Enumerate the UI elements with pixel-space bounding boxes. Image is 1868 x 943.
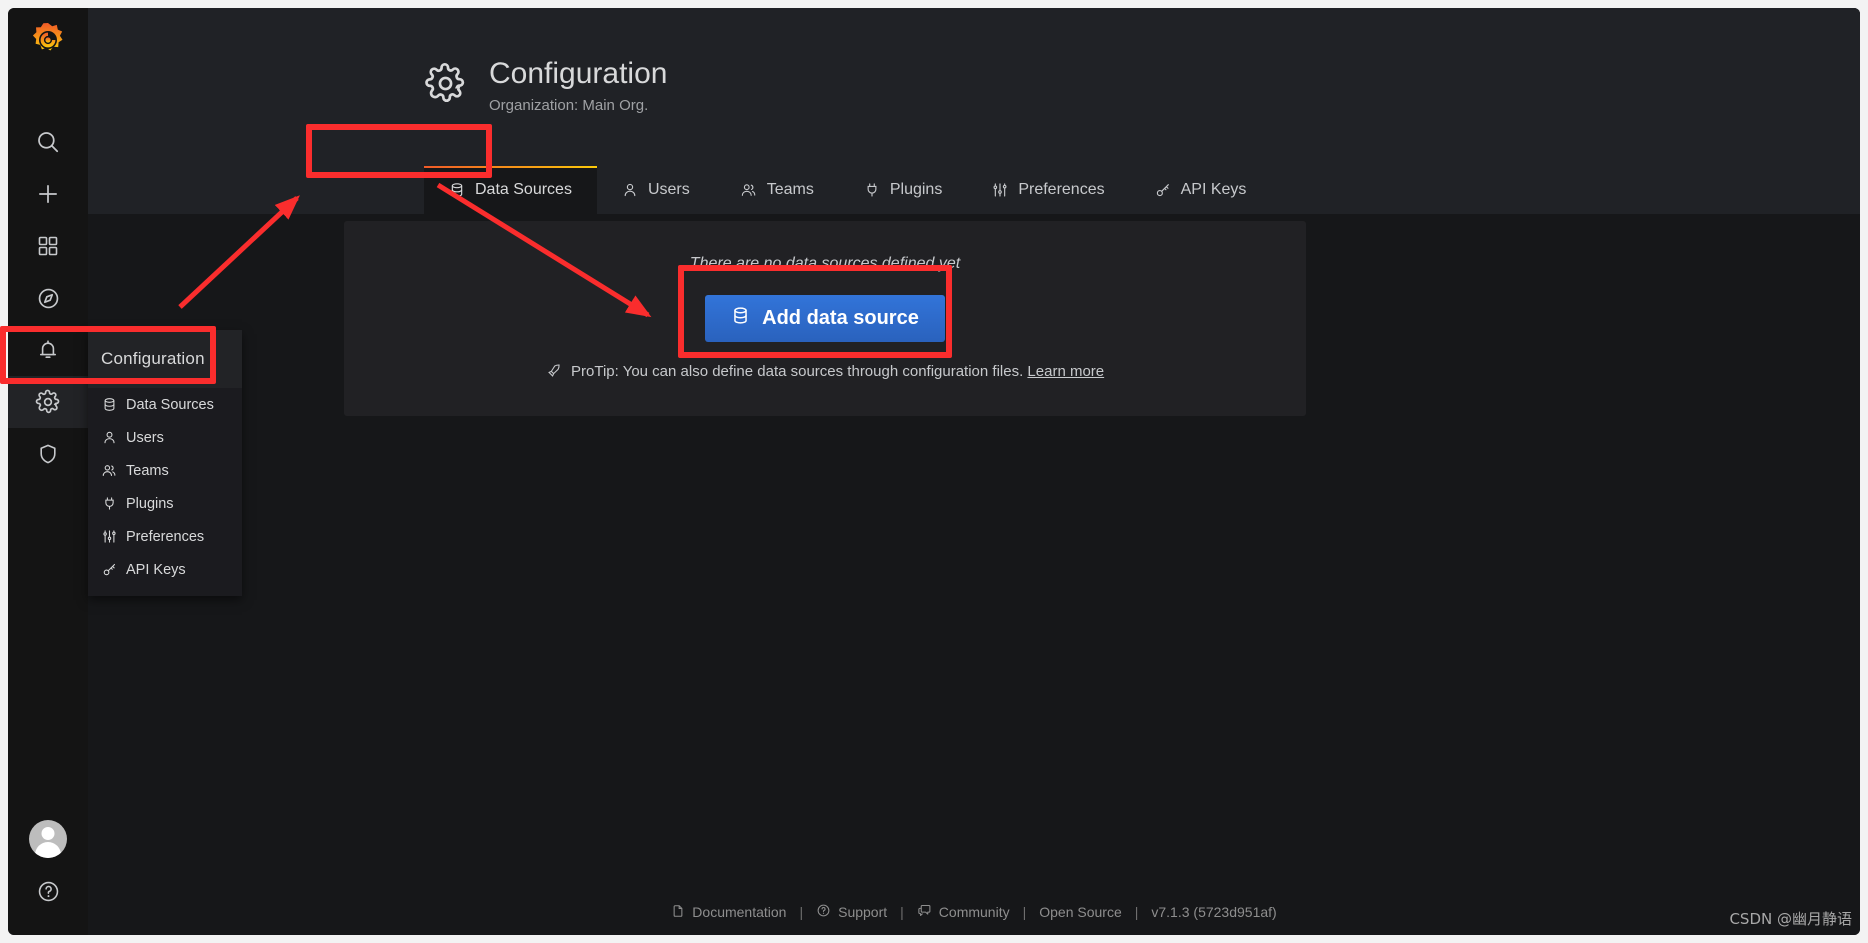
page-title: Configuration bbox=[489, 57, 668, 90]
apps-icon bbox=[36, 234, 60, 258]
flyout-item-api-keys[interactable]: API Keys bbox=[88, 553, 242, 586]
flyout-item-plugins[interactable]: Plugins bbox=[88, 487, 242, 520]
empty-state-action-row: Add data source bbox=[344, 295, 1306, 342]
sidebar-item-profile[interactable] bbox=[8, 813, 88, 865]
footer-link-label: Open Source bbox=[1039, 904, 1122, 920]
tab-label: Teams bbox=[766, 181, 814, 198]
flyout-header-configuration[interactable]: Configuration bbox=[88, 330, 242, 388]
tab-users[interactable]: Users bbox=[597, 166, 715, 214]
sidebar-item-dashboards[interactable] bbox=[8, 220, 88, 272]
flyout-header-label: Configuration bbox=[101, 349, 205, 368]
flyout-item-label: Data Sources bbox=[126, 396, 214, 413]
shield-icon bbox=[36, 442, 60, 466]
sidebar-item-explore[interactable] bbox=[8, 272, 88, 324]
footer-version: v7.1.3 (5723d951af) bbox=[1151, 904, 1277, 920]
add-data-source-button-label: Add data source bbox=[762, 307, 919, 329]
tab-label: Users bbox=[647, 181, 690, 198]
footer-separator: | bbox=[799, 904, 804, 920]
footer-link-support[interactable]: Support bbox=[816, 903, 887, 921]
rocket-icon bbox=[546, 363, 562, 383]
gear-icon bbox=[424, 62, 467, 110]
avatar bbox=[29, 820, 67, 858]
footer-link-label: Community bbox=[938, 904, 1010, 920]
sidebar-item-alerting[interactable] bbox=[8, 324, 88, 376]
flyout-item-teams[interactable]: Teams bbox=[88, 454, 242, 487]
footer-separator: | bbox=[900, 904, 904, 920]
tab-plugins[interactable]: Plugins bbox=[839, 166, 967, 214]
flyout-item-label: API Keys bbox=[126, 561, 186, 578]
sidebar-item-configuration[interactable] bbox=[8, 376, 88, 428]
flyout-item-label: Plugins bbox=[126, 495, 174, 512]
footer-separator: | bbox=[1134, 904, 1139, 920]
footer-separator: | bbox=[1022, 904, 1027, 920]
users-alt-icon bbox=[740, 182, 757, 198]
tab-teams[interactable]: Teams bbox=[715, 166, 839, 214]
page-header-text: Configuration Organization: Main Org. bbox=[489, 56, 667, 114]
app-footer: Documentation | Support | Community | Op… bbox=[88, 903, 1860, 921]
document-icon bbox=[671, 904, 685, 921]
sliders-icon bbox=[992, 182, 1008, 198]
datasource-empty-state-panel: There are no data sources defined yet Ad… bbox=[344, 221, 1306, 416]
side-menu-bottom-section bbox=[8, 813, 88, 935]
sidebar-item-create[interactable] bbox=[8, 168, 88, 220]
user-icon bbox=[101, 430, 117, 446]
footer-link-label: Support bbox=[838, 904, 888, 920]
watermark: CSDN @幽月静语 bbox=[1729, 910, 1852, 928]
grafana-logo-icon[interactable] bbox=[25, 18, 71, 64]
page-header-title-block: Configuration Organization: Main Org. bbox=[424, 56, 667, 114]
key-icon bbox=[101, 562, 117, 578]
footer-link-community[interactable]: Community bbox=[917, 903, 1010, 921]
side-menu-top-section bbox=[8, 116, 88, 480]
question-circle-icon bbox=[36, 879, 61, 904]
flyout-item-label: Teams bbox=[126, 462, 169, 479]
gear-icon bbox=[35, 389, 61, 415]
flyout-item-preferences[interactable]: Preferences bbox=[88, 520, 242, 553]
tab-preferences[interactable]: Preferences bbox=[967, 166, 1129, 214]
key-icon bbox=[1155, 182, 1171, 198]
tab-label: Plugins bbox=[889, 181, 943, 198]
page-subtitle: Organization: Main Org. bbox=[489, 97, 649, 114]
page-header: Configuration Organization: Main Org. Da… bbox=[88, 8, 1860, 214]
compass-icon bbox=[36, 286, 61, 311]
sidebar-item-search[interactable] bbox=[8, 116, 88, 168]
comments-icon bbox=[917, 903, 932, 921]
plug-icon bbox=[864, 182, 880, 198]
protip-row: ProTip: You can also define data sources… bbox=[344, 363, 1306, 383]
sidebar-item-help[interactable] bbox=[8, 865, 88, 917]
users-alt-icon bbox=[101, 463, 117, 479]
search-icon bbox=[35, 129, 61, 155]
plug-icon bbox=[101, 496, 117, 512]
protip-text: ProTip: You can also define data sources… bbox=[571, 363, 1024, 380]
sidebar-item-server-admin[interactable] bbox=[8, 428, 88, 480]
footer-link-label: Documentation bbox=[692, 904, 787, 920]
database-icon bbox=[449, 182, 465, 198]
database-icon bbox=[731, 306, 750, 331]
tab-api-keys[interactable]: API Keys bbox=[1130, 166, 1272, 214]
footer-link-documentation[interactable]: Documentation bbox=[671, 904, 786, 921]
tab-label: API Keys bbox=[1180, 181, 1247, 198]
tab-label: Preferences bbox=[1018, 181, 1105, 198]
sliders-icon bbox=[101, 529, 117, 545]
flyout-item-label: Preferences bbox=[126, 528, 205, 545]
add-data-source-button[interactable]: Add data source bbox=[705, 295, 945, 342]
database-icon bbox=[101, 397, 117, 413]
main-region: Configuration Organization: Main Org. Da… bbox=[88, 8, 1860, 935]
tab-data-sources[interactable]: Data Sources bbox=[424, 166, 597, 214]
empty-state-title: There are no data sources defined yet bbox=[689, 255, 961, 272]
tab-label: Data Sources bbox=[475, 181, 572, 198]
page-content: There are no data sources defined yet Ad… bbox=[88, 214, 1860, 935]
flyout-item-data-sources[interactable]: Data Sources bbox=[88, 388, 242, 421]
config-tab-bar: Data Sources Users Teams Plugins Prefere… bbox=[424, 158, 1271, 214]
grafana-app-window: Configuration Data Sources Users Teams P… bbox=[8, 8, 1860, 935]
protip-learn-more-link[interactable]: Learn more bbox=[1027, 363, 1104, 380]
configuration-flyout-menu: Configuration Data Sources Users Teams P… bbox=[88, 330, 242, 596]
flyout-item-label: Users bbox=[126, 429, 164, 446]
footer-link-open-source[interactable]: Open Source bbox=[1039, 904, 1122, 920]
question-circle-icon bbox=[816, 903, 831, 921]
plus-icon bbox=[35, 181, 61, 207]
user-icon bbox=[622, 182, 638, 198]
side-menu bbox=[8, 8, 88, 935]
flyout-item-users[interactable]: Users bbox=[88, 421, 242, 454]
bell-icon bbox=[36, 338, 60, 362]
